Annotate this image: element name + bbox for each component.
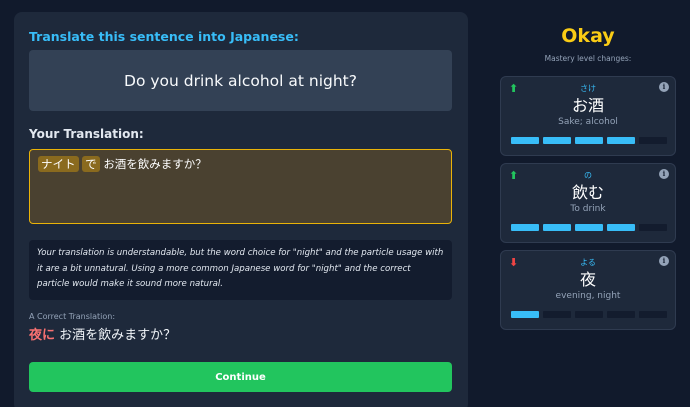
correct-rest: お酒を飲みますか？ xyxy=(59,328,177,343)
correct-highlight: 夜に xyxy=(29,328,56,343)
mastery-bar-filled xyxy=(511,137,539,144)
feedback-text: Your translation is understandable, but … xyxy=(29,240,452,300)
correct-translation-label: A Correct Translation: xyxy=(29,312,116,321)
exercise-panel: Translate this sentence into Japanese: D… xyxy=(14,12,468,407)
mastery-bar-filled xyxy=(543,137,571,144)
correct-translation: 夜に お酒を飲みますか？ xyxy=(29,324,176,343)
mastery-bar-empty xyxy=(575,311,603,318)
kanji: 夜 xyxy=(579,270,596,289)
mastery-bar-empty xyxy=(607,311,635,318)
mastery-bars xyxy=(511,224,667,231)
meaning: Sake; alcohol xyxy=(558,117,618,127)
your-translation-label: Your Translation: xyxy=(29,127,144,141)
mastery-bar-empty xyxy=(639,137,667,144)
kanji: 飲む xyxy=(571,183,604,202)
mastery-card: ⬆ i さけ お酒 Sake; alcohol xyxy=(500,76,676,156)
continue-button[interactable]: Continue xyxy=(29,362,452,392)
kanji: お酒 xyxy=(571,96,604,115)
mastery-bar-filled xyxy=(511,224,539,231)
translation-rest: お酒を飲みますか？ xyxy=(103,157,207,171)
highlighted-word: ナイト xyxy=(38,156,79,172)
mastery-card: ⬇ i よる 夜 evening, night xyxy=(500,250,676,330)
source-sentence: Do you drink alcohol at night? xyxy=(29,50,452,111)
mastery-bar-empty xyxy=(639,224,667,231)
mastery-card: ⬆ i の 飲む To drink xyxy=(500,163,676,243)
highlighted-particle: で xyxy=(82,156,100,172)
translation-input[interactable]: ナイト で お酒を飲みますか？ xyxy=(29,149,452,224)
meaning: evening, night xyxy=(555,291,621,301)
prompt-title: Translate this sentence into Japanese: xyxy=(29,29,299,44)
mastery-bar-filled xyxy=(607,224,635,231)
result-title: Okay xyxy=(561,25,615,47)
mastery-bars xyxy=(511,137,667,144)
mastery-bar-empty xyxy=(639,311,667,318)
mastery-bar-filled xyxy=(575,224,603,231)
meaning: To drink xyxy=(570,204,606,214)
mastery-bar-filled xyxy=(575,137,603,144)
mastery-bars xyxy=(511,311,667,318)
mastery-bar-filled xyxy=(543,224,571,231)
mastery-label: Mastery level changes: xyxy=(544,54,632,63)
mastery-bar-empty xyxy=(543,311,571,318)
mastery-bar-filled xyxy=(511,311,539,318)
mastery-bar-filled xyxy=(607,137,635,144)
